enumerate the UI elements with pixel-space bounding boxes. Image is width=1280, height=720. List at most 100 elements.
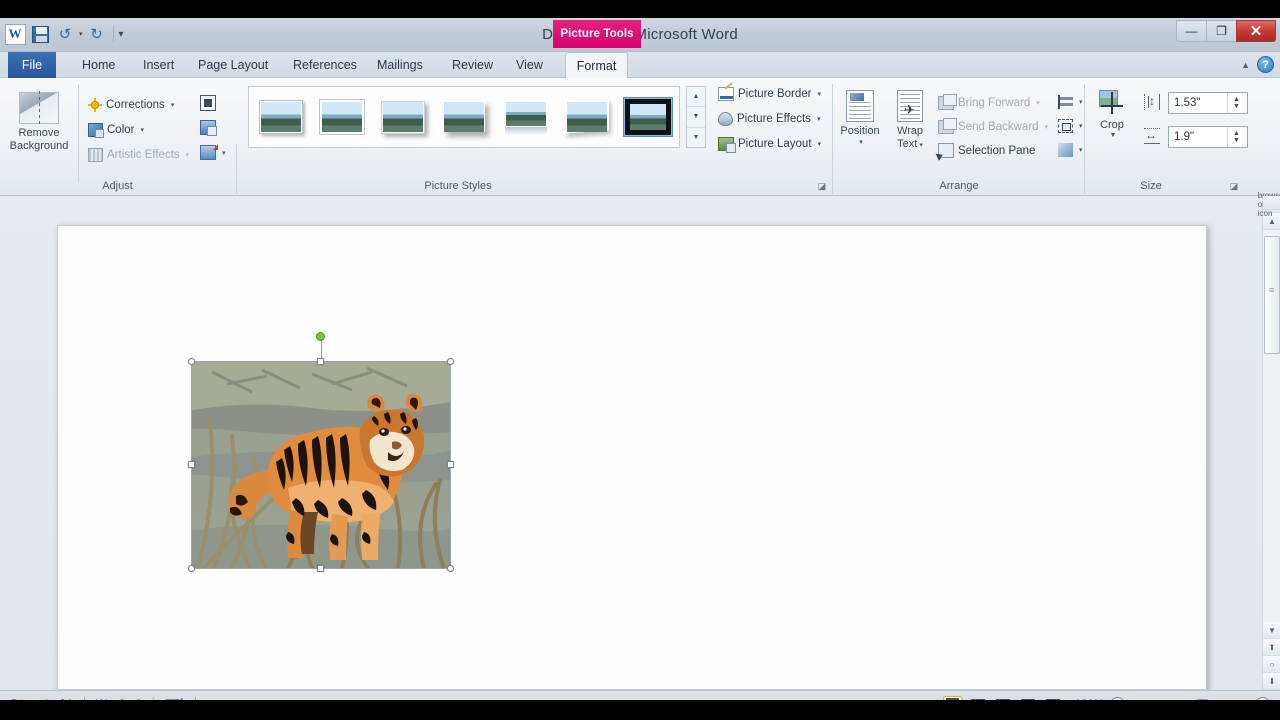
help-icon[interactable]: ?	[1257, 56, 1274, 73]
chevron-down-icon[interactable]: ▾	[1079, 122, 1083, 130]
crop-button[interactable]: Crop ▼	[1088, 90, 1136, 139]
chevron-down-icon[interactable]: ▾	[1036, 99, 1040, 107]
tiger-clipart-image[interactable]	[192, 362, 450, 568]
shape-width-spinner[interactable]: ▲ ▼	[1227, 127, 1245, 147]
picture-border-button[interactable]: Picture Border ▾	[716, 83, 823, 104]
reset-picture-button[interactable]: ▾	[198, 142, 228, 163]
chevron-down-icon[interactable]: ▾	[1045, 123, 1049, 131]
picture-style-1[interactable]	[316, 96, 367, 138]
compress-pictures-button[interactable]	[198, 92, 218, 113]
color-button[interactable]: Color ▾	[86, 119, 146, 140]
close-button[interactable]: ✕	[1236, 20, 1276, 42]
shape-width-input[interactable]	[1169, 127, 1227, 147]
minimize-button[interactable]: —	[1176, 20, 1206, 42]
scroll-down-button[interactable]: ▼	[1263, 622, 1280, 639]
artistic-effects-button[interactable]: Artistic Effects ▾	[86, 144, 191, 165]
gallery-scroll-buttons: ▲ ▼ ▼	[686, 86, 706, 148]
spin-down-icon[interactable]: ▼	[1233, 103, 1240, 110]
select-browse-object-button[interactable]: ○	[1263, 656, 1280, 673]
align-objects-button[interactable]: ▾	[1056, 91, 1085, 112]
collapse-ribbon-button[interactable]: ▲	[1241, 60, 1250, 70]
wrap-text-label-line2: Text	[897, 138, 918, 150]
picture-style-5[interactable]	[561, 96, 612, 138]
group-icon	[1058, 118, 1073, 133]
chevron-down-icon[interactable]: ▾	[1079, 98, 1083, 106]
tab-view[interactable]: View	[504, 52, 555, 78]
rotate-handle[interactable]	[316, 332, 325, 341]
document-page[interactable]	[57, 225, 1207, 690]
send-backward-label: Send Backward	[958, 120, 1039, 133]
picture-style-0[interactable]	[255, 96, 306, 138]
resize-handle-bottom-center[interactable]	[317, 565, 324, 572]
chevron-down-icon[interactable]: ▼	[1110, 132, 1117, 139]
shape-width-field[interactable]: ▲ ▼	[1168, 126, 1248, 148]
size-dialog-launcher[interactable]: ◪	[1228, 180, 1240, 192]
send-backward-button[interactable]: Send Backward ▾	[936, 116, 1050, 137]
rotate-objects-button[interactable]: ▾	[1056, 139, 1085, 160]
picture-style-2[interactable]	[377, 96, 428, 138]
resize-handle-top-left[interactable]	[188, 358, 195, 365]
group-label-adjust: Adjust	[102, 180, 133, 192]
corrections-icon	[88, 98, 102, 112]
chevron-down-icon[interactable]: ▾	[818, 90, 822, 98]
selection-pane-button[interactable]: Selection Pane	[936, 140, 1037, 161]
group-label-arrange: Arrange	[939, 180, 979, 192]
tab-format[interactable]: Format	[565, 52, 628, 78]
vertical-scrollbar[interactable]: browse-object-icon ▲ ▼ ⬆ ○ ⬇	[1258, 191, 1280, 690]
picture-style-3[interactable]	[438, 96, 489, 138]
chevron-down-icon[interactable]: ▾	[859, 138, 863, 146]
chevron-down-icon[interactable]: ▾	[186, 151, 190, 159]
resize-handle-bottom-right[interactable]	[447, 565, 454, 572]
selected-picture-container[interactable]	[188, 332, 454, 572]
tab-review[interactable]: Review	[440, 52, 505, 78]
group-objects-button[interactable]: ▾	[1056, 115, 1085, 136]
restore-button[interactable]: ❐	[1206, 20, 1236, 42]
chevron-down-icon[interactable]: ▾	[817, 115, 821, 123]
gallery-scroll-down-button[interactable]: ▼	[687, 107, 705, 128]
shape-height-input[interactable]	[1169, 93, 1227, 113]
picture-style-6-selected[interactable]	[621, 96, 673, 138]
chevron-down-icon[interactable]: ▾	[1079, 146, 1083, 154]
picture-layout-button[interactable]: Picture Layout ▾	[716, 133, 823, 154]
resize-handle-top-right[interactable]	[447, 358, 454, 365]
gallery-scroll-up-button[interactable]: ▲	[687, 87, 705, 108]
tab-references[interactable]: References	[281, 52, 369, 78]
spin-up-icon[interactable]: ▲	[1233, 96, 1240, 103]
chevron-down-icon[interactable]: ▾	[140, 126, 144, 134]
resize-handle-middle-left[interactable]	[188, 461, 195, 468]
chevron-down-icon[interactable]: ▾	[818, 140, 822, 148]
previous-page-button[interactable]: ⬆	[1263, 639, 1280, 656]
corrections-button[interactable]: Corrections ▾	[86, 94, 176, 115]
picture-style-4[interactable]	[500, 96, 551, 138]
tab-insert[interactable]: Insert	[131, 52, 186, 78]
picture-effects-button[interactable]: Picture Effects ▾	[716, 108, 822, 129]
picture-styles-dialog-launcher[interactable]: ◪	[816, 180, 828, 192]
shape-height-field[interactable]: ▲ ▼	[1168, 92, 1248, 114]
resize-handle-middle-right[interactable]	[447, 461, 454, 468]
split-window-handle[interactable]	[1263, 196, 1280, 210]
tab-home[interactable]: Home	[70, 52, 127, 78]
change-picture-button[interactable]	[198, 117, 218, 138]
tiger-clipart-svg	[192, 362, 450, 568]
spin-down-icon[interactable]: ▼	[1233, 137, 1240, 144]
next-page-button[interactable]: ⬇	[1263, 673, 1280, 690]
tab-mailings[interactable]: Mailings	[365, 52, 435, 78]
shape-height-icon	[1144, 93, 1160, 110]
picture-styles-gallery[interactable]	[248, 86, 680, 148]
shape-height-spinner[interactable]: ▲ ▼	[1227, 93, 1245, 113]
tab-file[interactable]: File	[8, 52, 56, 78]
chevron-down-icon[interactable]: ▾	[171, 101, 175, 109]
chevron-down-icon[interactable]: ▾	[222, 149, 226, 157]
wrap-text-button[interactable]: ✈ Wrap Text ▾	[886, 90, 934, 152]
ribbon-tab-strip: File Home Insert Page Layout References …	[0, 52, 1280, 78]
window-controls: — ❐ ✕	[1176, 20, 1276, 42]
resize-handle-bottom-left[interactable]	[188, 565, 195, 572]
position-button[interactable]: Position ▾	[834, 90, 886, 146]
spin-up-icon[interactable]: ▲	[1233, 130, 1240, 137]
resize-handle-top-center[interactable]	[317, 358, 324, 365]
remove-background-button[interactable]: Remove Background	[3, 91, 75, 153]
gallery-more-button[interactable]: ▼	[687, 128, 705, 147]
bring-forward-button[interactable]: Bring Forward ▾	[936, 92, 1042, 113]
scrollbar-thumb[interactable]	[1264, 236, 1280, 354]
tab-page-layout[interactable]: Page Layout	[186, 52, 280, 78]
